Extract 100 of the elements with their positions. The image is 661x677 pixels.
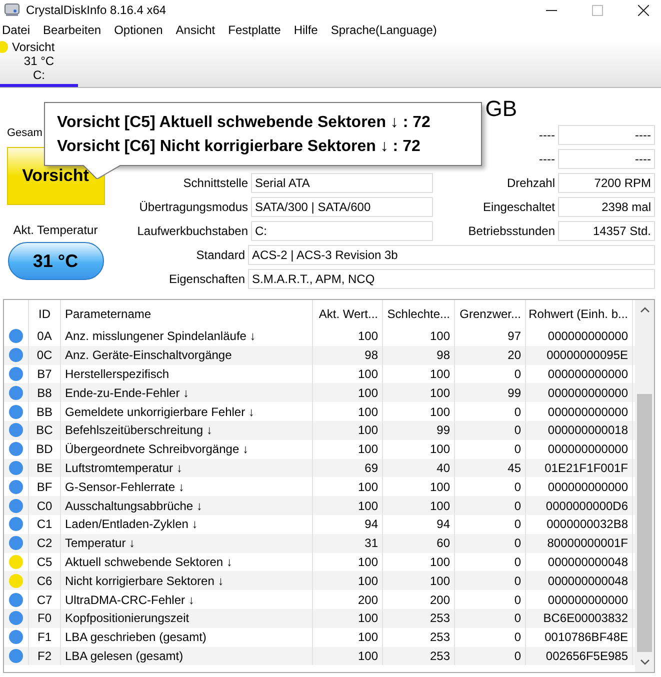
table-cell: 002656F5E985 xyxy=(526,646,633,666)
table-cell: 98 xyxy=(383,346,455,365)
table-cell: BC6E00003832 xyxy=(526,608,633,628)
info-field: 2398 mal xyxy=(558,197,655,217)
info-field: SATA/300 | SATA/600 xyxy=(251,197,433,217)
menu-item[interactable]: Optionen xyxy=(114,23,163,37)
table-cell: 100 xyxy=(313,496,383,515)
table-cell: F2 xyxy=(29,646,61,666)
table-cell: 98 xyxy=(313,346,383,365)
table-cell: Ausschaltungsabbrüche ↓ xyxy=(61,496,313,515)
table-cell: 40 xyxy=(383,458,455,478)
table-cell: Kopfpositionierungszeit xyxy=(61,608,313,628)
info-field: C: xyxy=(251,221,433,241)
table-cell: BE xyxy=(29,458,61,478)
table-cell: 0 xyxy=(455,496,526,515)
info-field: ---- xyxy=(558,125,655,145)
table-cell: 253 xyxy=(383,608,455,628)
tooltip-text: Vorsicht [C5] Aktuell schwebende Sektoren ↓ : 72 xyxy=(57,113,432,133)
info-label: Eingeschaltet xyxy=(482,200,555,214)
table-cell: 69 xyxy=(313,458,383,478)
table-cell: 000000000000 xyxy=(526,383,633,402)
window-title: CrystalDiskInfo 8.16.4 x64 xyxy=(26,3,166,17)
table-cell: 99 xyxy=(455,383,526,402)
table-cell: C6 xyxy=(29,571,61,590)
info-label: Drehzahl xyxy=(506,176,555,190)
table-cell: 100 xyxy=(313,646,383,666)
table-cell: 60 xyxy=(383,534,455,553)
table-cell: 100 xyxy=(383,496,455,515)
table-cell: LBA gelesen (gesamt) xyxy=(61,646,313,666)
table-cell: 000000000018 xyxy=(526,420,633,440)
table-cell: Befehlszeitüberschreitung ↓ xyxy=(61,420,313,440)
info-label: ---- xyxy=(538,128,555,142)
table-cell: 45 xyxy=(455,458,526,478)
table-cell: 0 xyxy=(455,646,526,666)
table-cell: 0C xyxy=(29,346,61,365)
table-cell: 0 xyxy=(455,420,526,440)
menu-item[interactable]: Datei xyxy=(2,23,30,37)
table-cell: Temperatur ↓ xyxy=(61,534,313,553)
table-cell: 100 xyxy=(383,571,455,590)
table-cell: B8 xyxy=(29,383,61,402)
table-cell: 253 xyxy=(383,646,455,666)
health-label: Gesam xyxy=(6,127,42,141)
menu-item[interactable]: Sprache(Language) xyxy=(330,23,437,37)
scrollbar[interactable] xyxy=(635,300,654,672)
column-header[interactable]: Akt. Wert... xyxy=(313,300,383,327)
table-cell: 00000000095E xyxy=(526,346,633,365)
table-cell: 100 xyxy=(313,420,383,440)
close-icon[interactable] xyxy=(638,4,649,16)
table-cell: 0 xyxy=(455,608,526,628)
table-cell: 99 xyxy=(383,420,455,440)
scroll-up-icon[interactable] xyxy=(640,306,650,314)
column-header[interactable]: Rohwert (Einh. b... xyxy=(526,300,633,327)
scroll-thumb[interactable] xyxy=(637,394,652,652)
menu-item[interactable]: Festplatte xyxy=(228,23,281,37)
table-cell: Anz. Geräte-Einschaltvorgänge xyxy=(61,346,313,365)
info-field: ---- xyxy=(558,149,655,169)
info-field: 14357 Std. xyxy=(558,221,655,241)
column-header[interactable]: ID xyxy=(29,300,61,327)
info-field: 7200 RPM xyxy=(558,173,655,193)
table-cell: 100 xyxy=(313,383,383,402)
table-cell: 20 xyxy=(455,346,526,365)
menu-item[interactable]: Hilfe xyxy=(294,23,318,37)
disk-tab[interactable]: Vorsicht 31 °C C: xyxy=(0,40,78,87)
info-field: S.M.A.R.T., APM, NCQ xyxy=(248,269,655,289)
info-label: Schnittstelle xyxy=(182,176,248,190)
info-label: Betriebsstunden xyxy=(467,224,555,238)
table-cell: 100 xyxy=(313,571,383,590)
table-cell: Ende-zu-Ende-Fehler ↓ xyxy=(61,383,313,402)
table-cell: C2 xyxy=(29,534,61,553)
info-label: Laufwerkbuchstaben xyxy=(136,224,248,238)
model-title: GB xyxy=(485,98,517,120)
table-cell: 80000000001F xyxy=(526,534,633,553)
table-cell: 0 xyxy=(455,534,526,553)
table-cell: 100 xyxy=(383,383,455,402)
column-header[interactable]: Grenzwer... xyxy=(455,300,526,327)
table-cell: Nicht korrigierbare Sektoren ↓ xyxy=(61,571,313,590)
table-cell: 100 xyxy=(313,608,383,628)
info-label: Übertragungsmodus xyxy=(138,200,248,214)
info-label: Eigenschaften xyxy=(168,272,245,286)
info-field: Serial ATA xyxy=(251,173,433,193)
scroll-down-icon[interactable] xyxy=(640,658,650,666)
table-cell: 31 xyxy=(313,534,383,553)
menu-item[interactable]: Bearbeiten xyxy=(43,23,102,37)
table-cell: Luftstromtemperatur ↓ xyxy=(61,458,313,478)
column-header[interactable]: Schlechte... xyxy=(383,300,455,327)
table-cell: 000000000048 xyxy=(526,571,633,590)
table-cell: 0000000000D6 xyxy=(526,496,633,515)
table-cell: C0 xyxy=(29,496,61,515)
info-field: ACS-2 | ACS-3 Revision 3b xyxy=(248,245,655,265)
info-label: ---- xyxy=(538,152,555,166)
drive-letter: C: xyxy=(33,68,45,82)
table-cell: BC xyxy=(29,420,61,440)
temperature-badge: 31 °C xyxy=(8,242,104,280)
info-label: Standard xyxy=(195,248,245,262)
temperature-label: Akt. Temperatur xyxy=(13,223,98,237)
disk-temperature: 31 °C xyxy=(24,54,54,68)
menu-item[interactable]: Ansicht xyxy=(176,23,216,37)
table-cell: 01E21F1F001F xyxy=(526,458,633,478)
column-header[interactable]: Parametername xyxy=(61,300,313,327)
table-cell: F0 xyxy=(29,608,61,628)
